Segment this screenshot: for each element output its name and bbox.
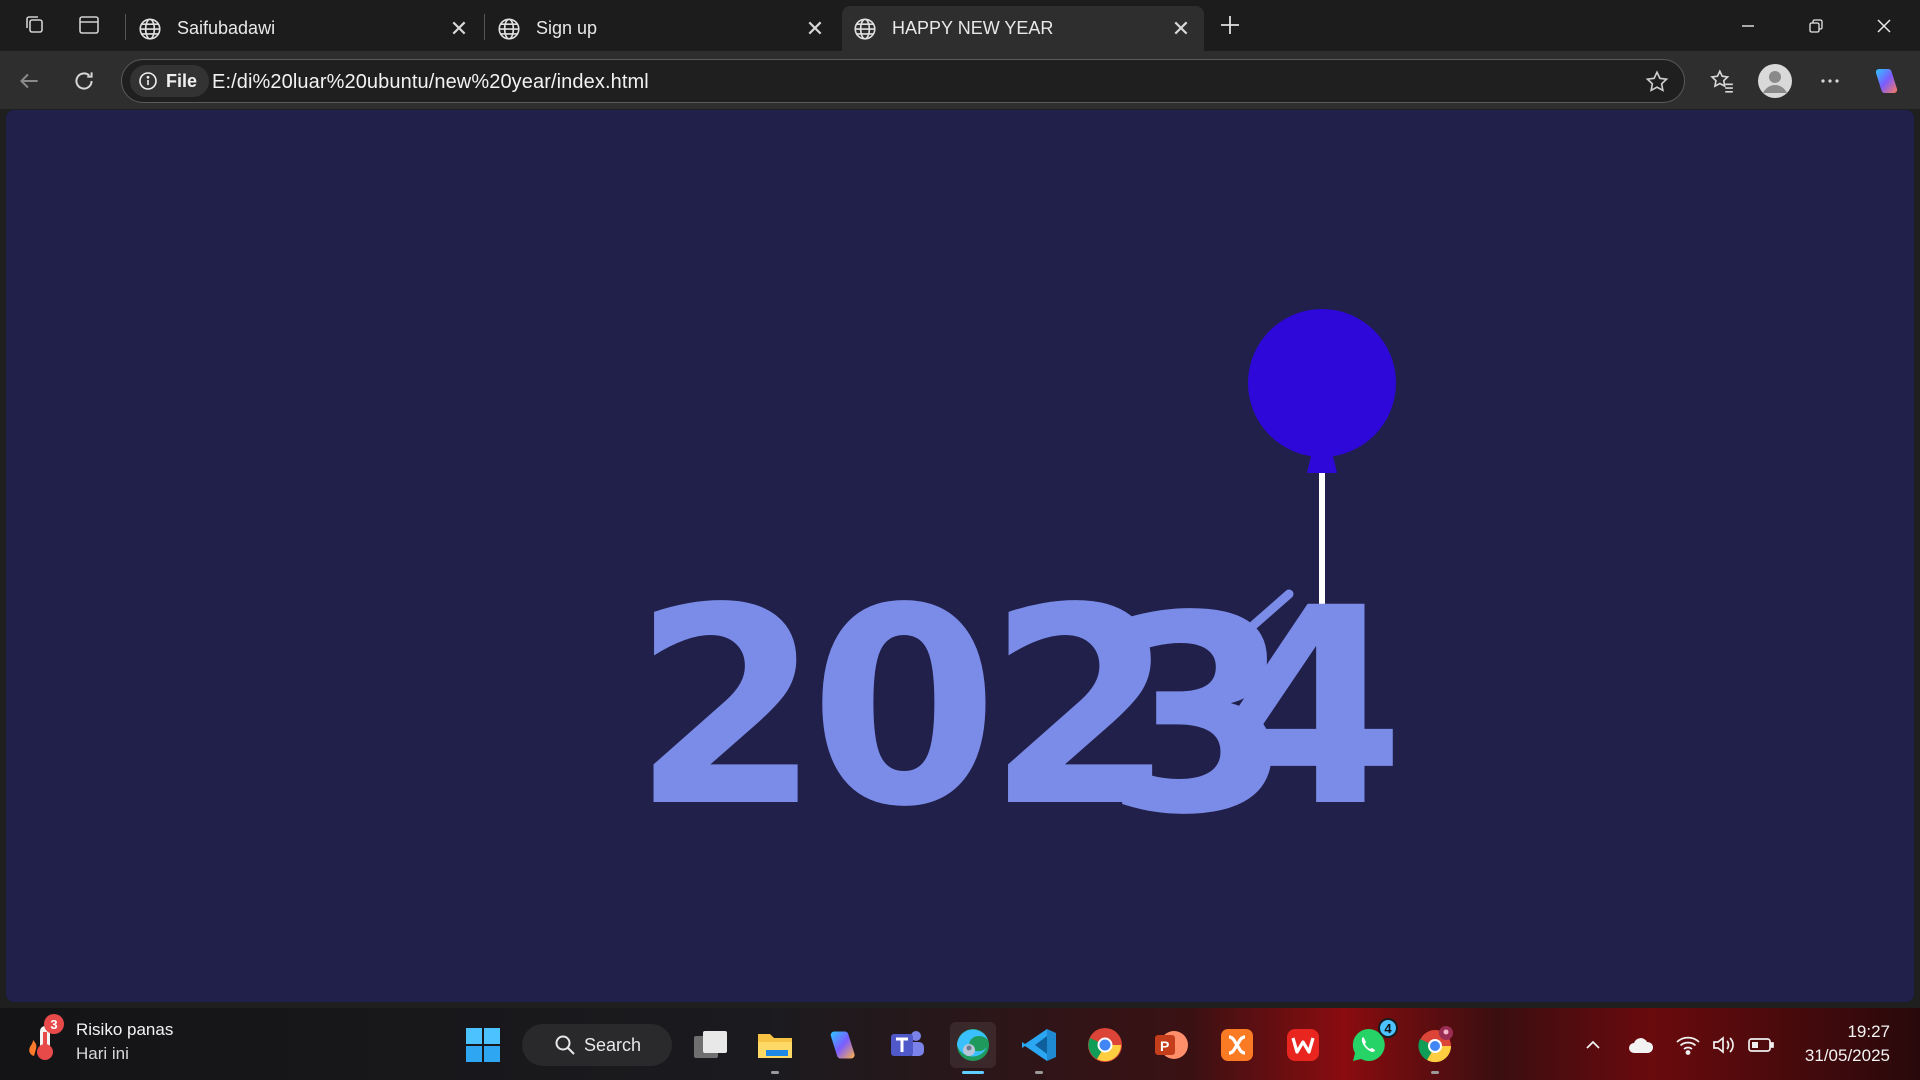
running-indicator: [1431, 1071, 1439, 1074]
globe-icon: [498, 17, 520, 40]
site-info-button[interactable]: File: [130, 65, 210, 97]
vscode-icon[interactable]: [1016, 1022, 1062, 1074]
tab-sign-up[interactable]: Sign up ✕: [486, 6, 838, 51]
tab-separator: [125, 14, 126, 40]
powerpoint-icon[interactable]: P: [1148, 1022, 1194, 1068]
edge-icon[interactable]: [950, 1022, 996, 1074]
refresh-button[interactable]: [67, 64, 101, 98]
back-button[interactable]: [12, 64, 46, 98]
address-bar[interactable]: File E:/di%20luar%20ubuntu/new%20year/in…: [121, 59, 1685, 103]
search-icon: [555, 1035, 575, 1055]
chrome-profile-icon[interactable]: [1412, 1022, 1458, 1074]
onedrive-cloud-icon[interactable]: [1626, 1030, 1656, 1060]
balloon-knot: [1307, 456, 1337, 473]
vertical-tabs-icon[interactable]: [73, 10, 105, 40]
weather-widget[interactable]: 3 Risiko panas Hari ini: [26, 1014, 226, 1070]
taskbar-clock[interactable]: 19:27 31/05/2025: [1805, 1020, 1890, 1068]
weather-subtitle: Hari ini: [76, 1044, 129, 1063]
globe-icon: [139, 17, 161, 40]
wifi-icon[interactable]: [1673, 1030, 1703, 1060]
copilot-icon[interactable]: [1868, 64, 1902, 98]
globe-icon: [854, 17, 876, 40]
tab-separator: [484, 14, 485, 40]
year-digit-new: 4: [1216, 551, 1405, 867]
navigation-bar: File E:/di%20luar%20ubuntu/new%20year/in…: [0, 51, 1920, 109]
wps-office-icon[interactable]: [1280, 1022, 1326, 1068]
workspaces-icon[interactable]: [19, 10, 51, 40]
chrome-icon[interactable]: [1082, 1022, 1128, 1068]
file-explorer-icon[interactable]: [752, 1022, 798, 1074]
weather-title: Risiko panas: [76, 1020, 174, 1039]
balloon: [1248, 309, 1396, 457]
active-indicator: [962, 1071, 984, 1074]
url-text[interactable]: E:/di%20luar%20ubuntu/new%20year/index.h…: [212, 71, 649, 94]
close-icon[interactable]: ✕: [1168, 16, 1194, 42]
battery-icon[interactable]: [1746, 1030, 1776, 1060]
search-label: Search: [584, 1034, 642, 1055]
info-icon: [139, 72, 157, 90]
running-indicator: [1035, 1071, 1043, 1074]
weather-badge: 3: [44, 1014, 64, 1034]
new-year-animation: 202 3 4: [632, 309, 1405, 875]
whatsapp-icon[interactable]: 4: [1346, 1018, 1398, 1068]
close-icon[interactable]: ✕: [802, 16, 828, 42]
taskbar-search[interactable]: Search: [522, 1024, 672, 1066]
favorites-icon[interactable]: [1705, 64, 1739, 98]
running-indicator: [771, 1071, 779, 1074]
teams-icon[interactable]: [884, 1022, 930, 1068]
start-icon[interactable]: [460, 1022, 506, 1068]
restore-button[interactable]: [1782, 0, 1850, 51]
task-view-icon[interactable]: [688, 1022, 734, 1068]
profile-avatar-icon[interactable]: [1758, 64, 1792, 98]
tab-title: Sign up: [536, 18, 598, 38]
file-chip-label: File: [166, 70, 198, 91]
close-icon[interactable]: ✕: [446, 16, 472, 42]
more-options-icon[interactable]: [1813, 64, 1847, 98]
title-bar: Saifubadawi ✕ Sign up ✕ HAPPY NEW YEAR ✕: [0, 0, 1920, 51]
close-window-button[interactable]: [1850, 0, 1918, 51]
xampp-icon[interactable]: [1214, 1022, 1260, 1068]
tab-saifubadawi[interactable]: Saifubadawi ✕: [127, 6, 482, 51]
clock-date: 31/05/2025: [1804, 1046, 1890, 1065]
tab-title: HAPPY NEW YEAR: [892, 18, 1054, 38]
copilot-app-icon[interactable]: [818, 1022, 864, 1068]
whatsapp-badge: 4: [1378, 1018, 1398, 1038]
tab-title: Saifubadawi: [177, 18, 276, 38]
year-digits-static: 202: [632, 551, 1164, 867]
clock-time: 19:27: [1847, 1022, 1890, 1041]
volume-icon[interactable]: [1709, 1030, 1739, 1060]
page-viewport: 202 3 4: [6, 110, 1914, 1002]
show-hidden-icons-chevron-icon[interactable]: [1578, 1030, 1608, 1060]
svg-text:P: P: [1160, 1038, 1169, 1054]
minimize-button[interactable]: [1714, 0, 1782, 51]
tab-happy-new-year[interactable]: HAPPY NEW YEAR ✕: [842, 6, 1204, 51]
new-tab-button[interactable]: [1214, 10, 1246, 40]
favorite-star-icon[interactable]: [1644, 69, 1670, 100]
